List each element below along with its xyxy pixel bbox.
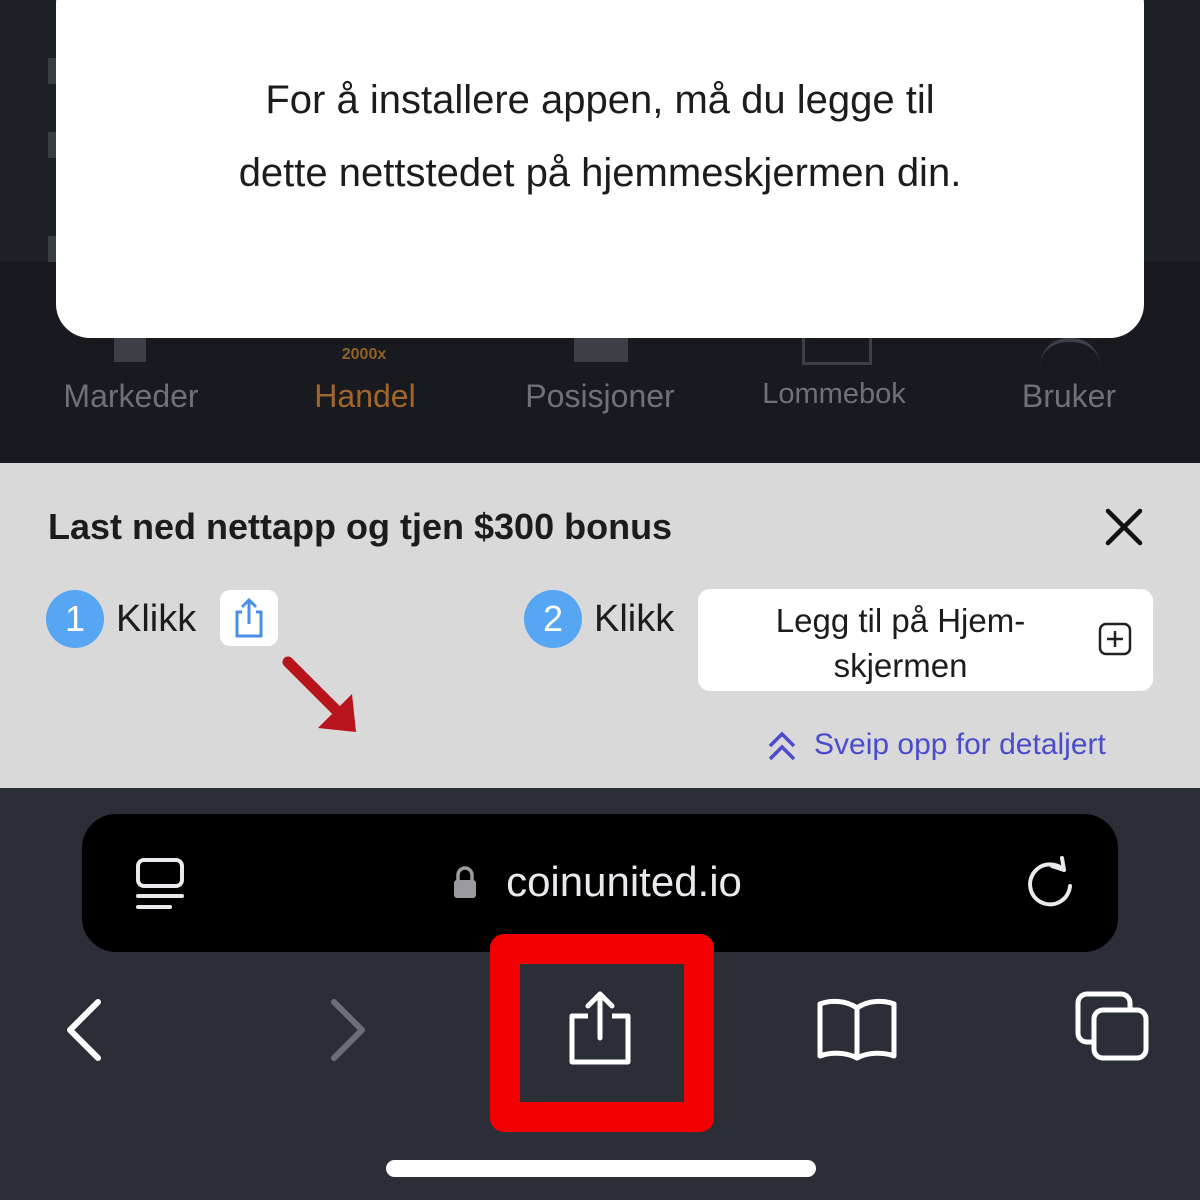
add-to-home-label: Legg til på Hjem- skjermen [698,598,1103,688]
tabs-icon[interactable] [1074,990,1152,1064]
reload-icon[interactable] [1024,854,1076,910]
step-2-label: Klikk [594,598,675,640]
instruction-line-2: dette nettstedet på hjemmeskjermen din. [238,151,962,195]
double-chevron-up-icon [768,731,796,761]
pointer-arrow-icon [282,656,356,732]
bookmarks-icon[interactable] [816,996,898,1062]
nav-item-wallet[interactable]: Lommebok [717,378,951,411]
step-1-label: Klikk [116,598,197,640]
wallet-icon [802,338,872,365]
url-text: coinunited.io [506,858,742,905]
instruction-line-1: For å installere appen, må du legge til [265,78,935,122]
add-square-icon [1098,622,1132,656]
close-icon[interactable] [1104,507,1144,547]
back-icon[interactable] [62,998,106,1062]
address-bar[interactable]: coinunited.io [82,814,1118,952]
share-icon [235,597,263,638]
nav-item-trade[interactable]: Handel [248,378,482,415]
nav-item-markets[interactable]: Markeder [14,378,248,415]
banner-title: Last ned nettapp og tjen $300 bonus [48,506,673,547]
share-icon-hint [220,590,278,646]
home-indicator[interactable] [386,1160,816,1177]
forward-icon[interactable] [326,998,370,1062]
nav-item-positions[interactable]: Posisjoner [483,378,717,415]
install-modal: For å installere appen, må du legge til … [56,0,1144,338]
step-2-badge: 2 [524,590,582,648]
step-1-badge: 1 [46,590,104,648]
add-home-line-1: Legg til på Hjem- [775,602,1026,639]
nav-item-user[interactable]: Bruker [952,378,1186,415]
add-home-line-2: skjermen [833,647,968,684]
markets-icon [114,338,146,362]
install-instructions: For å installere appen, må du legge til … [56,64,1144,210]
swipe-up-hint[interactable]: Sveip opp for detaljert [764,728,1106,768]
leverage-badge: 2000x [341,346,387,363]
add-to-home-hint: Legg til på Hjem- skjermen [698,589,1153,691]
positions-icon [574,338,628,362]
share-button-highlight [490,934,714,1132]
swipe-hint-label: Sveip opp for detaljert [814,728,1106,761]
